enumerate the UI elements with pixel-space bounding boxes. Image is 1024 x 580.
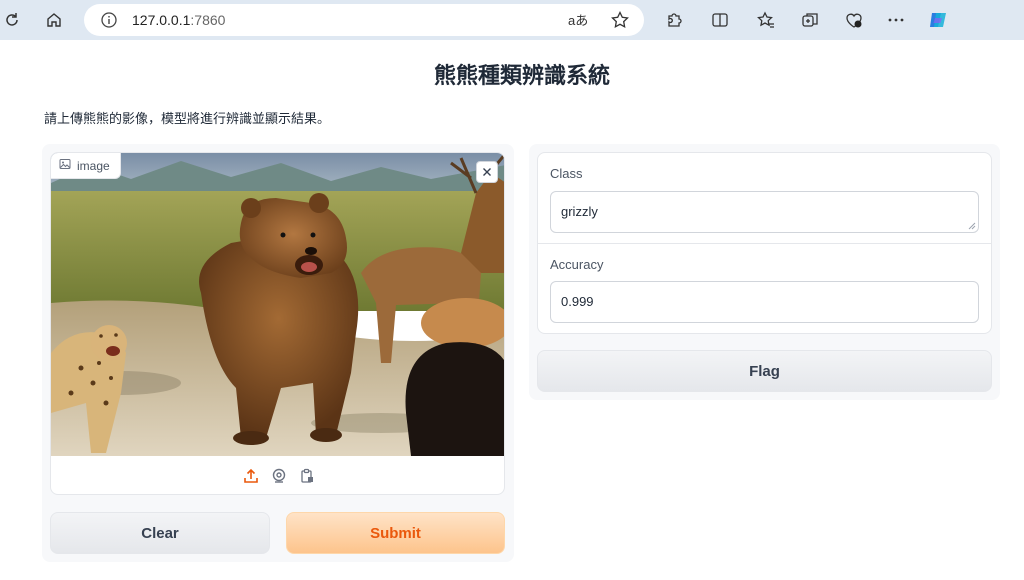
image-input[interactable]: image	[50, 152, 505, 495]
more-options-icon[interactable]	[884, 8, 908, 32]
upload-icon[interactable]	[242, 467, 260, 485]
accuracy-label: Accuracy	[550, 257, 604, 272]
flag-button[interactable]: Flag	[537, 350, 992, 392]
image-input-label: image	[51, 153, 121, 179]
browser-toolbar: 127.0.0.1:7860 aあ	[0, 0, 1024, 40]
read-aloud-icon[interactable]: aあ	[568, 10, 588, 29]
submit-button[interactable]: Submit	[286, 512, 505, 554]
class-value: grizzly	[561, 204, 598, 219]
address-bar[interactable]: 127.0.0.1:7860 aあ	[84, 4, 644, 36]
home-icon[interactable]	[42, 8, 66, 32]
image-icon	[59, 158, 71, 173]
output-divider	[538, 243, 991, 244]
accuracy-value: 0.999	[561, 294, 594, 309]
url-port: :7860	[190, 12, 226, 28]
site-info-icon[interactable]	[100, 11, 118, 29]
output-box: Class grizzly Accuracy 0.999	[537, 152, 992, 334]
image-label-text: image	[77, 158, 110, 173]
copilot-icon[interactable]	[926, 8, 950, 32]
browser-essentials-icon[interactable]	[842, 8, 866, 32]
close-icon[interactable]	[476, 161, 498, 183]
split-screen-icon[interactable]	[708, 8, 732, 32]
image-source-toolbar	[51, 456, 504, 494]
page-description: 請上傳熊熊的影像，模型將進行辨識並顯示結果。	[44, 112, 331, 127]
uploaded-bear-image	[51, 153, 504, 456]
clipboard-icon[interactable]	[298, 467, 316, 485]
url-host: 127.0.0.1	[132, 12, 191, 28]
favorites-icon[interactable]	[754, 8, 778, 32]
extensions-icon[interactable]	[662, 8, 686, 32]
clear-button[interactable]: Clear	[50, 512, 270, 554]
page-title: 熊熊種類辨識系統	[433, 64, 610, 89]
url-text[interactable]: 127.0.0.1:7860	[132, 12, 225, 28]
favorite-star-icon[interactable]	[610, 10, 630, 35]
accuracy-output-field[interactable]: 0.999	[550, 281, 979, 323]
collections-icon[interactable]	[798, 8, 822, 32]
resize-handle-icon[interactable]	[968, 222, 976, 230]
class-output-field[interactable]: grizzly	[550, 191, 979, 233]
class-label: Class	[550, 166, 583, 181]
webcam-icon[interactable]	[270, 467, 288, 485]
refresh-icon[interactable]	[0, 8, 24, 32]
